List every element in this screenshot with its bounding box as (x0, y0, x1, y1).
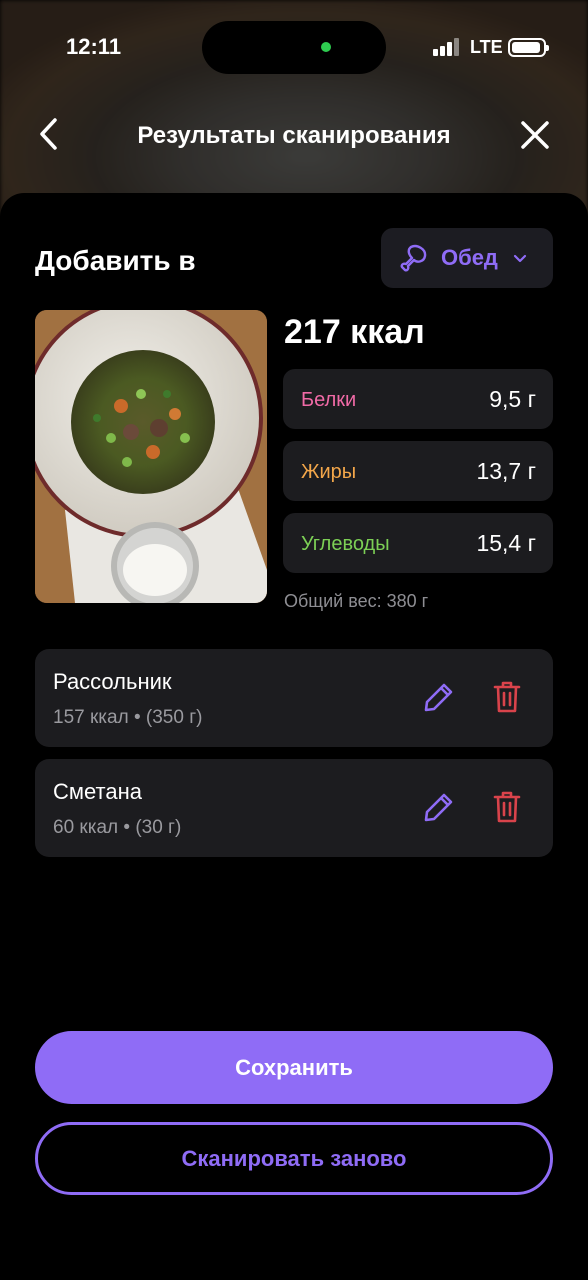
macro-fat: Жиры 13,7 г (283, 441, 553, 501)
food-item-meta: 60 ккал • (30 г) (53, 817, 182, 838)
trash-icon[interactable] (487, 787, 527, 827)
save-button[interactable]: Сохранить (35, 1031, 553, 1104)
food-item-meta: 157 ккал • (350 г) (53, 707, 203, 728)
close-icon[interactable] (514, 114, 556, 156)
dynamic-island (202, 21, 386, 74)
macro-carbs: Углеводы 15,4 г (283, 513, 553, 573)
macro-carbs-label: Углеводы (301, 533, 390, 555)
macro-fat-value: 13,7 г (476, 458, 536, 484)
results-sheet: Добавить в Обед 217 ккал Белки 9,5 г Жир… (0, 193, 588, 1280)
chevron-down-icon (513, 254, 527, 263)
navigation-bar: Результаты сканирования (0, 100, 588, 170)
chicken-leg-icon (400, 244, 427, 272)
food-photo (35, 310, 267, 603)
meal-select[interactable]: Обед (381, 228, 553, 288)
pencil-icon[interactable] (419, 787, 459, 827)
food-item-card: Рассольник 157 ккал • (350 г) (35, 649, 553, 747)
total-weight: Общий вес: 380 г (284, 591, 429, 611)
total-calories: 217 ккал (284, 313, 425, 351)
network-type: LTE (470, 37, 503, 57)
status-time: 12:11 (66, 34, 122, 59)
food-item-name: Рассольник (53, 669, 172, 694)
food-item-name: Сметана (53, 779, 142, 804)
signal-strength-icon (433, 38, 463, 56)
page-title: Результаты сканирования (137, 122, 451, 149)
macro-protein-value: 9,5 г (489, 386, 536, 412)
trash-icon[interactable] (487, 677, 527, 717)
status-bar: 12:11 LTE (0, 0, 588, 96)
add-to-label: Добавить в (35, 245, 196, 276)
meal-select-value: Обед (441, 245, 498, 270)
macro-protein-label: Белки (301, 389, 357, 411)
rescan-button[interactable]: Сканировать заново (35, 1122, 553, 1195)
camera-indicator-icon (321, 42, 331, 52)
food-item-card: Сметана 60 ккал • (30 г) (35, 759, 553, 857)
macro-protein: Белки 9,5 г (283, 369, 553, 429)
macro-carbs-value: 15,4 г (476, 530, 536, 556)
battery-icon (508, 38, 549, 57)
macro-fat-label: Жиры (301, 461, 357, 483)
pencil-icon[interactable] (419, 677, 459, 717)
